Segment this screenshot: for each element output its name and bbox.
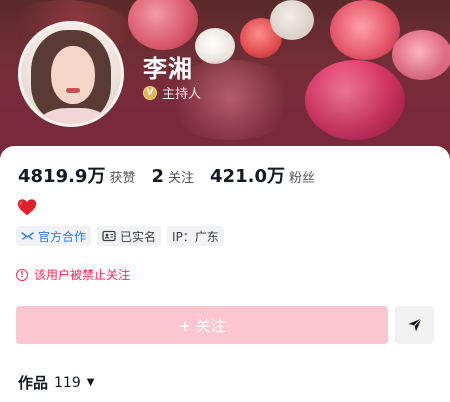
stats-row: 4819.9万 获赞 2 关注 421.0万 粉丝 bbox=[18, 162, 331, 188]
likes-label: 获赞 bbox=[109, 171, 136, 186]
followers-label[interactable]: 粉丝 bbox=[289, 167, 315, 186]
official-cooperation-icon bbox=[21, 232, 34, 240]
profile-name: 李湘 bbox=[143, 55, 193, 83]
tag-ip-location: IP：广东 bbox=[167, 226, 224, 246]
follow-button[interactable]: + 关注 bbox=[16, 306, 388, 344]
profile-role: V 主持人 bbox=[143, 83, 201, 102]
verified-badge-icon: V bbox=[143, 85, 157, 100]
profile-card: 4819.9万 获赞 2 关注 421.0万 粉丝 官方合作 已实名 IP：广东 bbox=[0, 146, 450, 402]
warning-text: 该用户被禁止关注 bbox=[34, 268, 131, 282]
send-icon bbox=[408, 318, 422, 332]
id-card-icon bbox=[102, 230, 116, 242]
caret-down-icon: ▼ bbox=[86, 377, 95, 388]
tag-label: 已实名 bbox=[120, 229, 157, 244]
tag-label: IP：广东 bbox=[172, 229, 219, 244]
heart-icon bbox=[17, 199, 37, 216]
share-button[interactable] bbox=[395, 306, 434, 344]
exclamation-circle-icon: ! bbox=[16, 268, 28, 281]
tag-official-cooperation[interactable]: 官方合作 bbox=[16, 226, 92, 246]
followers-count[interactable]: 421.0万 bbox=[210, 162, 285, 188]
follow-label: + 关注 bbox=[178, 316, 226, 335]
works-label: 作品 bbox=[18, 374, 49, 392]
profile-tags: 官方合作 已实名 IP：广东 bbox=[16, 226, 224, 246]
works-tab[interactable]: 作品 119 ▼ bbox=[18, 372, 94, 393]
works-count: 119 bbox=[54, 374, 81, 391]
follow-banned-notice: ! 该用户被禁止关注 bbox=[16, 266, 130, 283]
role-label: 主持人 bbox=[162, 87, 202, 102]
avatar[interactable] bbox=[18, 21, 124, 127]
following-count[interactable]: 2 bbox=[151, 166, 164, 187]
following-label[interactable]: 关注 bbox=[168, 167, 194, 186]
tag-label: 官方合作 bbox=[38, 229, 87, 244]
tag-real-name[interactable]: 已实名 bbox=[97, 226, 162, 246]
likes-count: 4819.9万 bbox=[18, 166, 106, 187]
